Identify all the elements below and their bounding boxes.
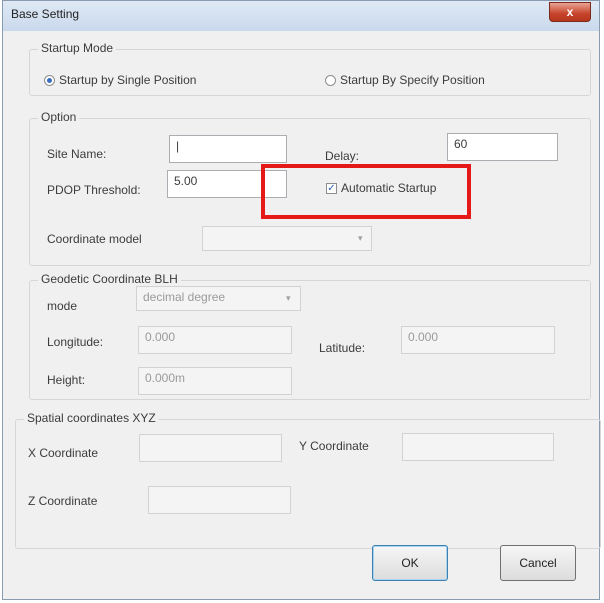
coordinate-model-chevron-down-icon: ▾ (358, 233, 363, 243)
coordinate-model-combo[interactable] (202, 226, 372, 251)
site-name-label: Site Name: (47, 147, 107, 161)
z-coordinate-input[interactable] (148, 486, 291, 514)
mode-chevron-down-icon: ▾ (286, 293, 291, 303)
mode-combo[interactable]: decimal degree (136, 286, 301, 311)
z-coordinate-label: Z Coordinate (28, 494, 98, 508)
window-title: Base Setting (11, 7, 80, 21)
site-name-input[interactable]: | (169, 135, 287, 163)
delay-label: Delay: (325, 149, 360, 163)
ok-button[interactable]: OK (372, 545, 448, 581)
latitude-label: Latitude: (319, 341, 366, 355)
longitude-input[interactable]: 0.000 (138, 326, 292, 354)
height-label: Height: (47, 373, 86, 387)
cancel-button-label: Cancel (519, 556, 557, 570)
x-coordinate-input[interactable] (139, 434, 282, 462)
height-input[interactable]: 0.000m (138, 367, 292, 395)
startup-single-radio[interactable] (44, 75, 55, 86)
pdop-threshold-label: PDOP Threshold: (47, 183, 141, 197)
x-coordinate-label: X Coordinate (28, 446, 99, 460)
startup-single-label[interactable]: Startup by Single Position (59, 73, 196, 87)
delay-input[interactable]: 60 (447, 133, 558, 161)
spatial-legend: Spatial coordinates XYZ (24, 411, 159, 425)
latitude-input[interactable]: 0.000 (401, 326, 555, 354)
mode-label: mode (47, 299, 78, 313)
cancel-button[interactable]: Cancel (500, 545, 576, 581)
close-button[interactable]: x (549, 2, 591, 22)
geodetic-legend: Geodetic Coordinate BLH (38, 272, 181, 286)
coordinate-model-label: Coordinate model (47, 232, 142, 246)
option-legend: Option (38, 110, 80, 124)
automatic-startup-highlight (261, 164, 471, 219)
longitude-label: Longitude: (47, 335, 104, 349)
startup-mode-legend: Startup Mode (38, 41, 117, 55)
base-setting-dialog: Base Setting x Startup Mode Startup by S… (2, 0, 601, 600)
startup-specify-radio[interactable] (325, 75, 336, 86)
startup-specify-label[interactable]: Startup By Specify Position (340, 73, 485, 87)
close-icon: x (566, 5, 574, 19)
y-coordinate-label: Y Coordinate (299, 439, 369, 453)
title-bar[interactable]: Base Setting x (3, 1, 599, 31)
y-coordinate-input[interactable] (402, 433, 554, 461)
ok-button-label: OK (401, 556, 419, 570)
